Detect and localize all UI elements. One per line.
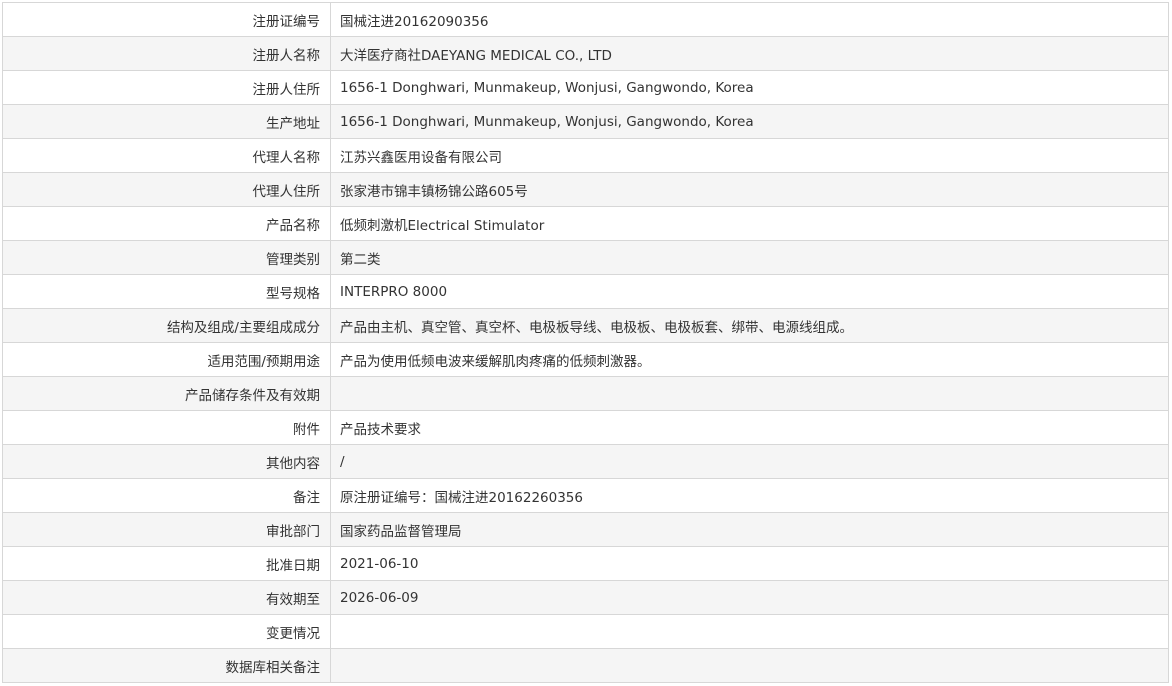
row-label: 产品储存条件及有效期: [2, 376, 331, 411]
table-row: 注册人住所 1656-1 Donghwari, Munmakeup, Wonju…: [2, 70, 1169, 105]
row-label: 注册人名称: [2, 36, 331, 71]
row-value: [330, 648, 1169, 683]
table-row: 适用范围/预期用途 产品为使用低频电波来缓解肌肉疼痛的低频刺激器。: [2, 342, 1169, 377]
registration-detail-table: 注册证编号 国械注进20162090356 注册人名称 大洋医疗商社DAEYAN…: [2, 2, 1169, 683]
table-row: 注册证编号 国械注进20162090356: [2, 2, 1169, 37]
row-value: 国家药品监督管理局: [330, 512, 1169, 547]
table-row: 注册人名称 大洋医疗商社DAEYANG MEDICAL CO., LTD: [2, 36, 1169, 71]
table-row: 管理类别 第二类: [2, 240, 1169, 275]
row-value: 产品技术要求: [330, 410, 1169, 445]
row-value: 2021-06-10: [330, 546, 1169, 581]
row-label: 审批部门: [2, 512, 331, 547]
row-label: 结构及组成/主要组成成分: [2, 308, 331, 343]
row-label: 型号规格: [2, 274, 331, 309]
row-value: 原注册证编号：国械注进20162260356: [330, 478, 1169, 513]
table-row: 附件 产品技术要求: [2, 410, 1169, 445]
table-row: 其他内容 /: [2, 444, 1169, 479]
row-value: [330, 376, 1169, 411]
row-label: 有效期至: [2, 580, 331, 615]
table-row: 结构及组成/主要组成成分 产品由主机、真空管、真空杯、电极板导线、电极板、电极板…: [2, 308, 1169, 343]
row-label: 适用范围/预期用途: [2, 342, 331, 377]
row-value: 张家港市锦丰镇杨锦公路605号: [330, 172, 1169, 207]
row-label: 备注: [2, 478, 331, 513]
row-value: /: [330, 444, 1169, 479]
table-row: 批准日期 2021-06-10: [2, 546, 1169, 581]
row-value: 大洋医疗商社DAEYANG MEDICAL CO., LTD: [330, 36, 1169, 71]
table-row: 代理人住所 张家港市锦丰镇杨锦公路605号: [2, 172, 1169, 207]
row-value: 第二类: [330, 240, 1169, 275]
row-value: 国械注进20162090356: [330, 2, 1169, 37]
table-row: 生产地址 1656-1 Donghwari, Munmakeup, Wonjus…: [2, 104, 1169, 139]
row-label: 其他内容: [2, 444, 331, 479]
row-label: 生产地址: [2, 104, 331, 139]
row-label: 代理人住所: [2, 172, 331, 207]
row-value: 江苏兴鑫医用设备有限公司: [330, 138, 1169, 173]
row-value: 低频刺激机Electrical Stimulator: [330, 206, 1169, 241]
table-row: 产品储存条件及有效期: [2, 376, 1169, 411]
row-value: 产品为使用低频电波来缓解肌肉疼痛的低频刺激器。: [330, 342, 1169, 377]
table-row: 审批部门 国家药品监督管理局: [2, 512, 1169, 547]
row-value: [330, 614, 1169, 649]
row-label: 注册证编号: [2, 2, 331, 37]
row-label: 管理类别: [2, 240, 331, 275]
row-label: 数据库相关备注: [2, 648, 331, 683]
row-label: 代理人名称: [2, 138, 331, 173]
table-row: 代理人名称 江苏兴鑫医用设备有限公司: [2, 138, 1169, 173]
row-label: 附件: [2, 410, 331, 445]
table-row: 型号规格 INTERPRO 8000: [2, 274, 1169, 309]
row-value: 产品由主机、真空管、真空杯、电极板导线、电极板、电极板套、绑带、电源线组成。: [330, 308, 1169, 343]
table-row: 数据库相关备注: [2, 648, 1169, 683]
row-value: INTERPRO 8000: [330, 274, 1169, 309]
row-value: 1656-1 Donghwari, Munmakeup, Wonjusi, Ga…: [330, 70, 1169, 105]
row-label: 批准日期: [2, 546, 331, 581]
table-row: 备注 原注册证编号：国械注进20162260356: [2, 478, 1169, 513]
row-value: 2026-06-09: [330, 580, 1169, 615]
table-row: 变更情况: [2, 614, 1169, 649]
row-label: 变更情况: [2, 614, 331, 649]
table-row: 有效期至 2026-06-09: [2, 580, 1169, 615]
row-value: 1656-1 Donghwari, Munmakeup, Wonjusi, Ga…: [330, 104, 1169, 139]
table-row: 产品名称 低频刺激机Electrical Stimulator: [2, 206, 1169, 241]
row-label: 注册人住所: [2, 70, 331, 105]
row-label: 产品名称: [2, 206, 331, 241]
